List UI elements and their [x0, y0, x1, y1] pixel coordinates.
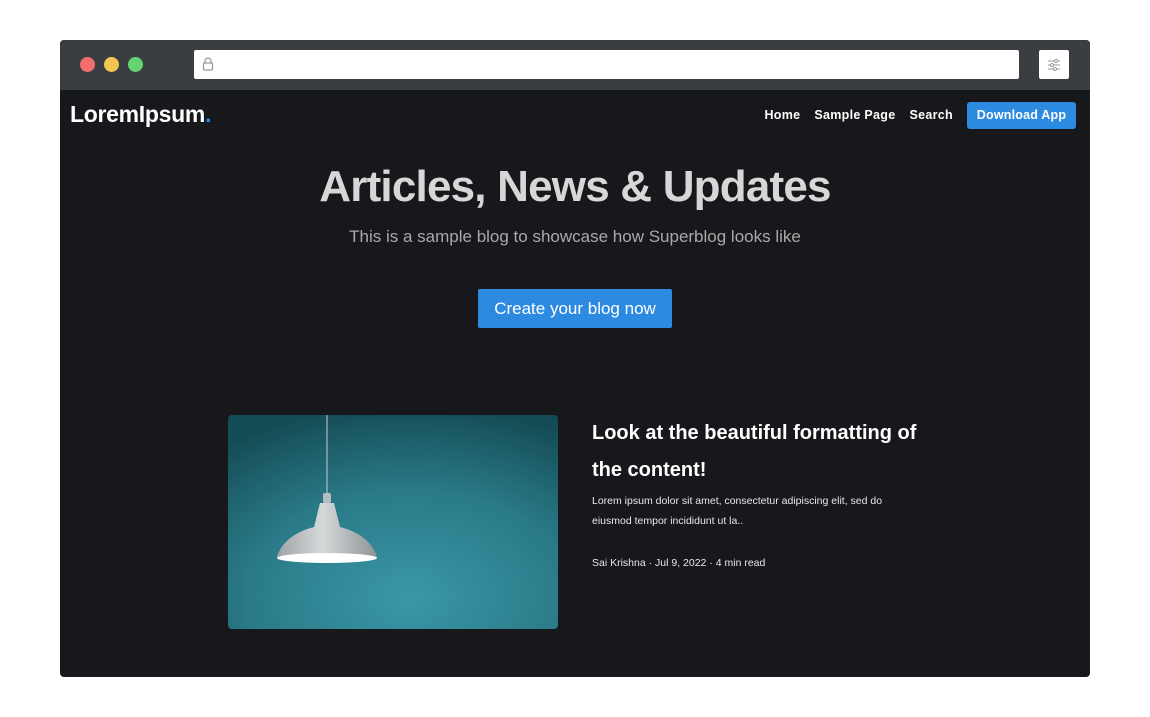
nav-link-sample-page[interactable]: Sample Page [814, 108, 895, 122]
browser-window: LoremIpsum. Home Sample Page Search Down… [60, 40, 1090, 677]
site-navbar: LoremIpsum. Home Sample Page Search Down… [60, 90, 1090, 140]
logo-dot: . [205, 101, 212, 127]
lock-icon [200, 56, 216, 72]
hero-title: Articles, News & Updates [319, 162, 831, 211]
browser-toolbar [60, 40, 1090, 90]
browser-menu-button[interactable] [1039, 50, 1069, 79]
create-blog-button[interactable]: Create your blog now [478, 289, 672, 328]
post-meta: Sai Krishna · Jul 9, 2022 · 4 min read [592, 557, 766, 569]
nav-links: Home Sample Page Search [764, 108, 953, 122]
hero-subtitle: This is a sample blog to showcase how Su… [349, 227, 801, 246]
post-image[interactable] [228, 415, 558, 629]
logo-text: LoremIpsum [70, 101, 206, 127]
minimize-window-button[interactable] [104, 57, 119, 72]
download-app-button[interactable]: Download App [967, 102, 1076, 129]
post-title[interactable]: Look at the beautiful formatting of the … [592, 415, 932, 489]
post-excerpt: Lorem ipsum dolor sit amet, consectetur … [592, 495, 883, 527]
site-logo[interactable]: LoremIpsum. [70, 101, 211, 128]
address-bar[interactable] [194, 50, 1019, 79]
maximize-window-button[interactable] [128, 57, 143, 72]
close-window-button[interactable] [80, 57, 95, 72]
nav-link-search[interactable]: Search [910, 108, 954, 122]
nav-link-home[interactable]: Home [764, 108, 800, 122]
